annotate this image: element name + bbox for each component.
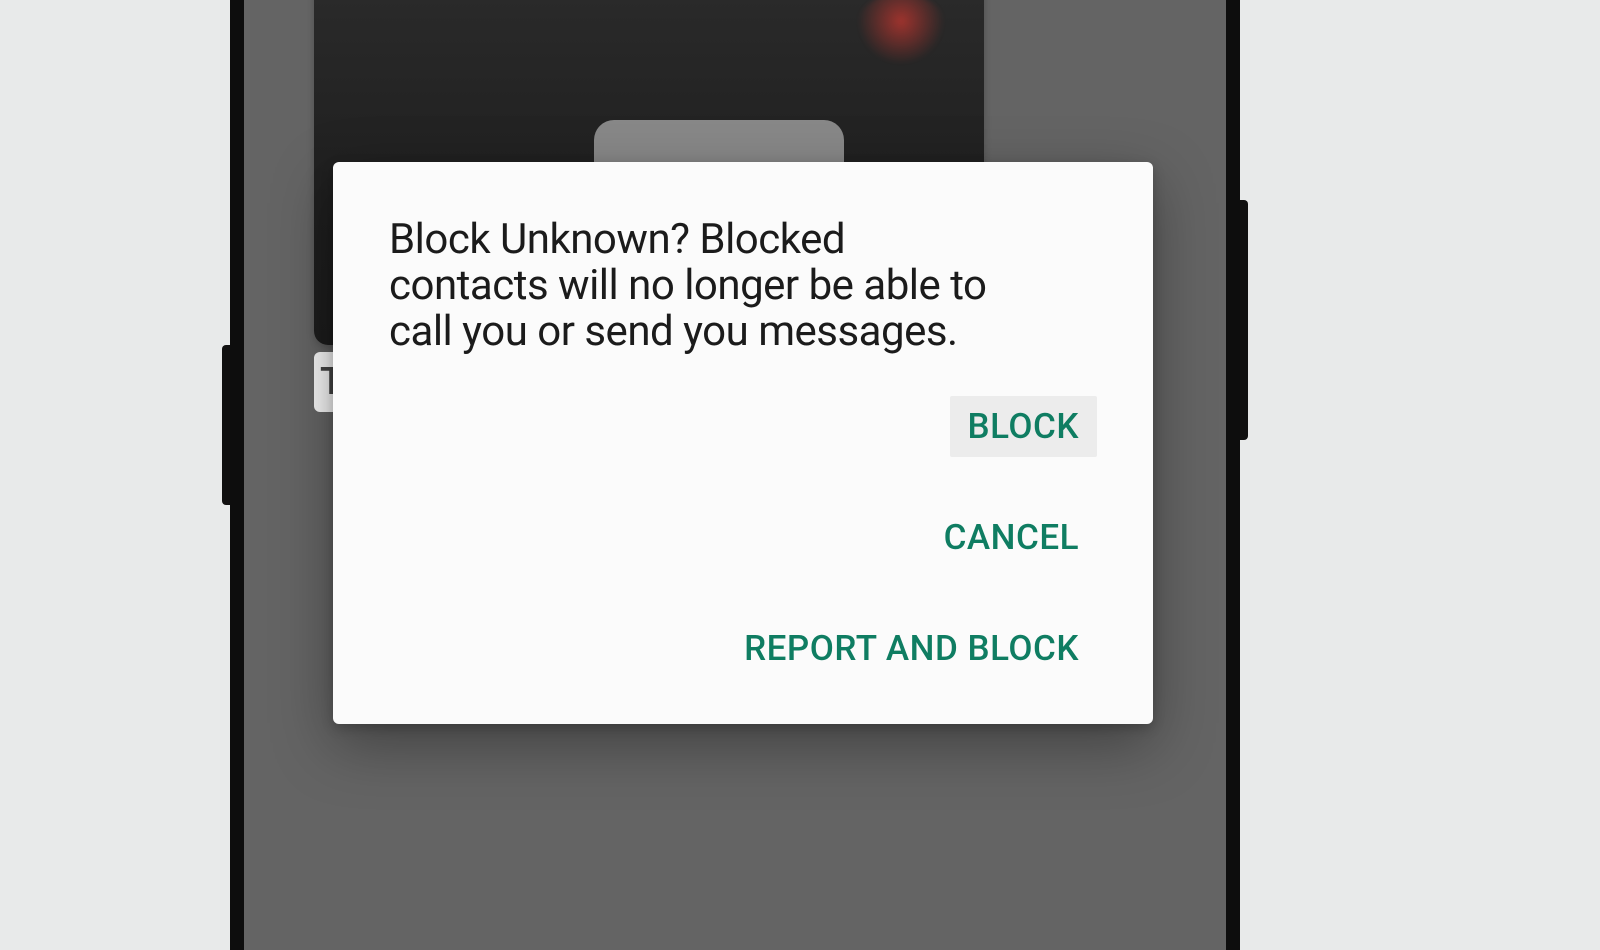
cancel-button[interactable]: CANCEL <box>926 507 1097 568</box>
media-red-glow <box>856 0 946 63</box>
block-contact-dialog: Block Unknown? Blocked contacts will no … <box>333 162 1153 724</box>
block-button[interactable]: BLOCK <box>950 396 1097 457</box>
dialog-message: Block Unknown? Blocked contacts will no … <box>389 217 989 356</box>
phone-power-button <box>1240 200 1248 440</box>
phone-frame: 16.1 MB T Block Unknown? Blocked contact… <box>230 0 1240 950</box>
phone-volume-button <box>222 345 230 505</box>
dialog-actions: BLOCK CANCEL REPORT AND BLOCK <box>389 396 1097 679</box>
report-and-block-button[interactable]: REPORT AND BLOCK <box>726 618 1097 679</box>
